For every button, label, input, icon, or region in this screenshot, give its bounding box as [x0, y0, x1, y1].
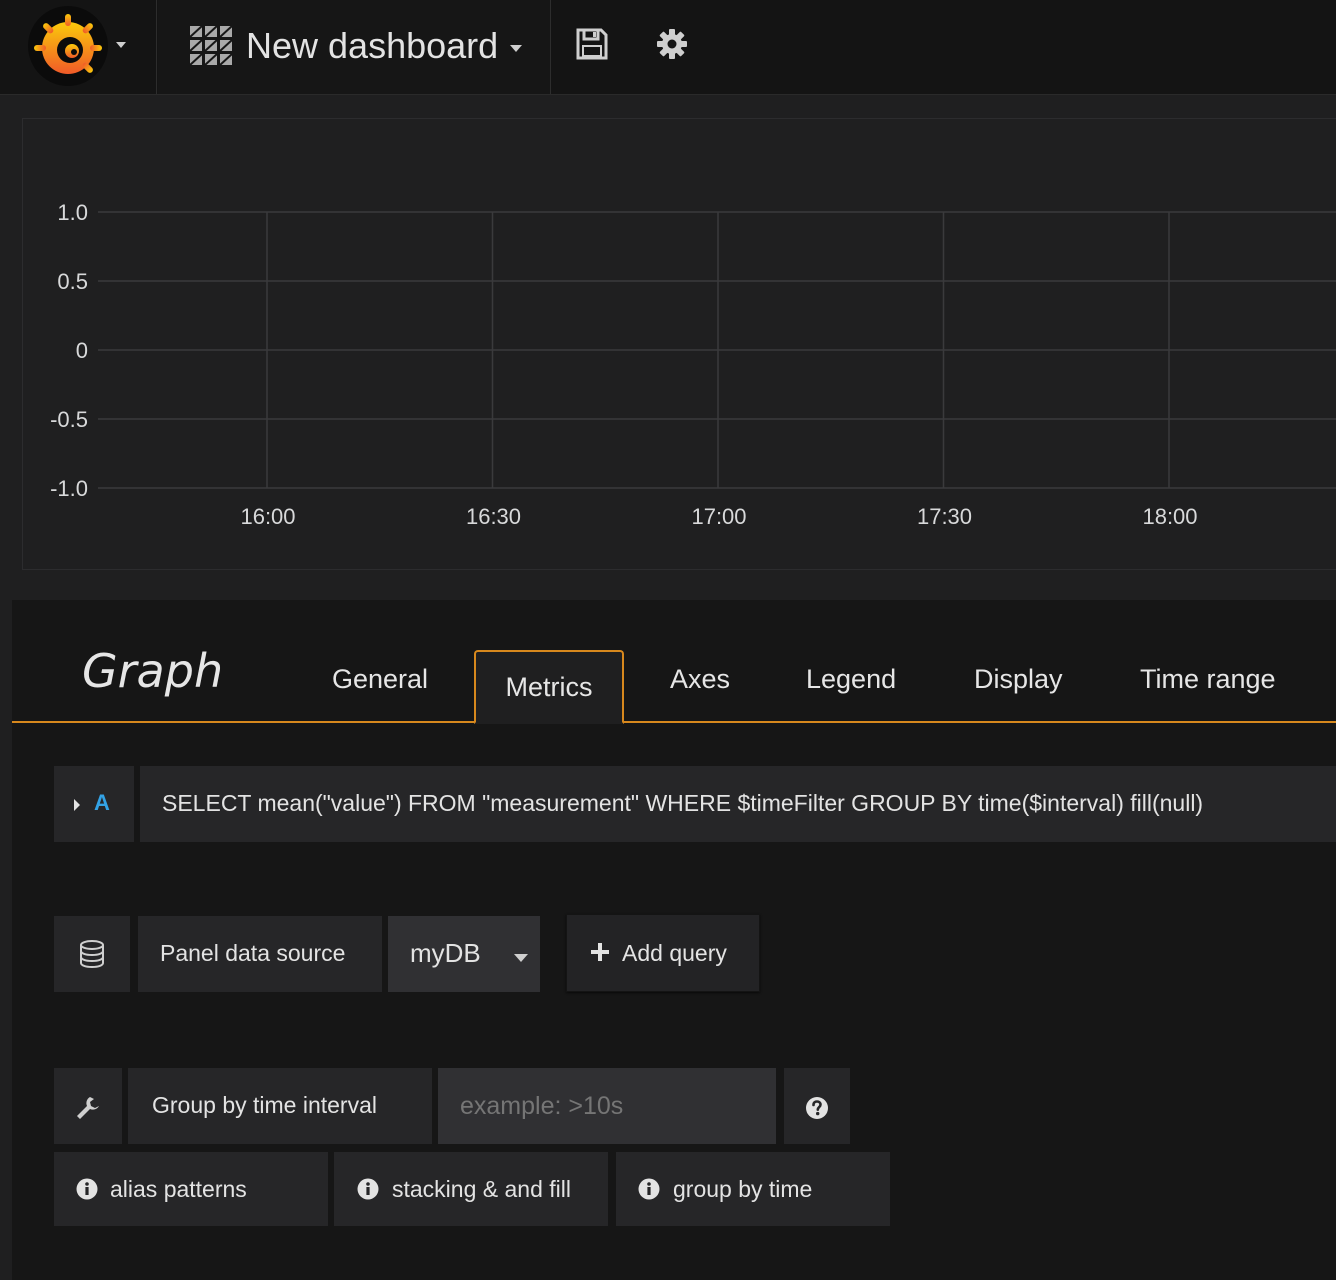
info-circle-icon [357, 1178, 379, 1200]
tabs-underline [12, 721, 1336, 723]
chevron-down-icon [114, 38, 128, 52]
x-tick-label: 16:00 [240, 504, 295, 529]
question-circle-icon [805, 1096, 829, 1120]
alias-patterns-label: alias patterns [110, 1176, 247, 1202]
tab-axes[interactable]: Axes [670, 664, 730, 695]
y-tick-label: 1.0 [57, 200, 88, 225]
x-tick-label: 16:30 [466, 504, 521, 529]
gear-icon[interactable] [654, 26, 690, 62]
y-tick-label: -0.5 [50, 407, 88, 432]
add-query-label: Add query [622, 940, 727, 966]
stacking-fill-label: stacking & and fill [392, 1176, 571, 1202]
tab-legend[interactable]: Legend [806, 664, 896, 695]
y-tick-label: -1.0 [50, 476, 88, 501]
query-text[interactable]: SELECT mean("value") FROM "measurement" … [162, 790, 1203, 817]
graph-chart: 1.0 0.5 0 -0.5 -1.0 16:00 16:30 17:00 17:30 18:00 [50, 200, 1336, 529]
datasource-selected: myDB [410, 938, 481, 968]
dashboard-title: New dashboard [246, 25, 499, 66]
dashboard-grid-icon [189, 25, 233, 66]
tab-metrics[interactable]: Metrics [474, 650, 624, 724]
info-circle-icon [638, 1178, 660, 1200]
datasource-label: Panel data source [160, 940, 346, 966]
grafana-logo-icon [28, 6, 108, 86]
editor-title: Graph [82, 644, 224, 698]
x-tick-label: 17:00 [691, 504, 746, 529]
info-circle-icon [76, 1178, 98, 1200]
tab-display[interactable]: Display [974, 664, 1063, 695]
x-tick-label: 17:30 [917, 504, 972, 529]
tab-metrics-label: Metrics [505, 672, 593, 702]
x-tick-label: 18:00 [1142, 504, 1197, 529]
tab-time-range[interactable]: Time range [1140, 664, 1276, 695]
caret-right-icon [72, 798, 82, 811]
plus-icon [590, 942, 610, 962]
group-by-time-label: group by time [673, 1176, 813, 1202]
tab-general[interactable]: General [332, 664, 428, 695]
chevron-down-icon [508, 40, 524, 56]
interval-input[interactable] [438, 1068, 776, 1144]
y-tick-label: 0 [76, 338, 88, 363]
y-tick-label: 0.5 [57, 269, 88, 294]
interval-label: Group by time interval [152, 1092, 377, 1118]
wrench-icon [74, 1094, 100, 1120]
chevron-down-icon [514, 950, 528, 962]
query-ref-id: A [94, 790, 110, 815]
database-icon [76, 938, 108, 970]
save-icon[interactable] [574, 26, 610, 62]
